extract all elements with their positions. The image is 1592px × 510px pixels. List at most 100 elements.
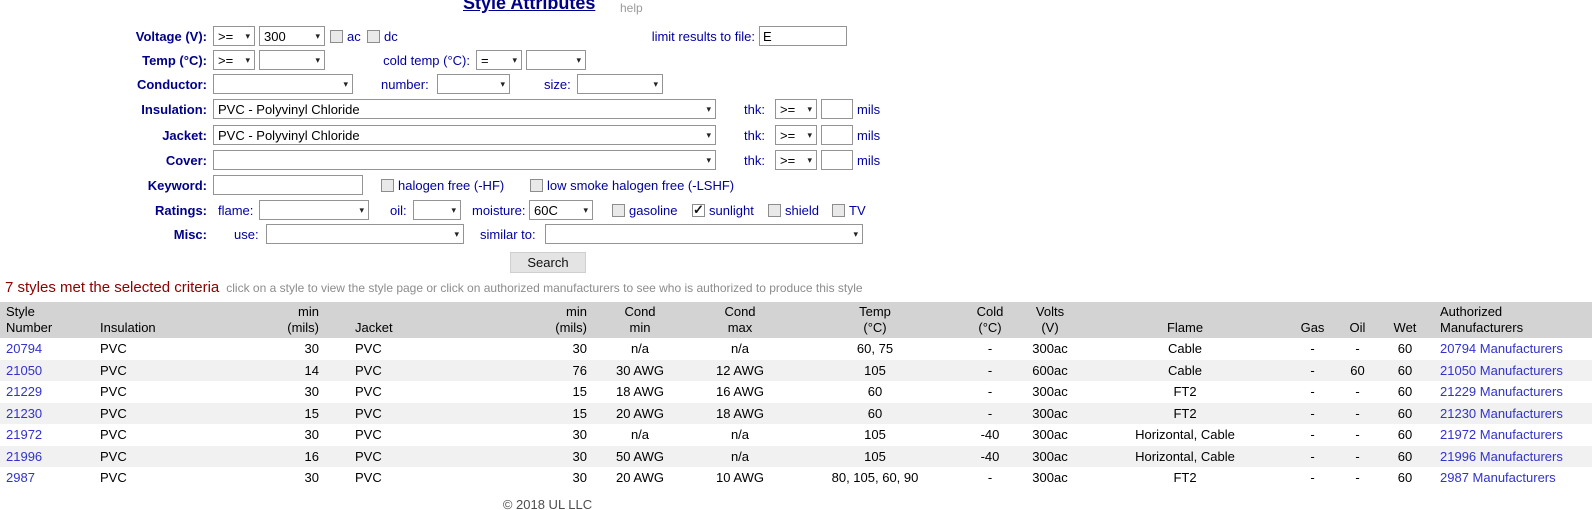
cover-mils-label: mils [857, 153, 880, 168]
cell-wet: 60 [1380, 403, 1430, 425]
cell-ins-min: 30 [252, 338, 322, 360]
cell-jacket: PVC [322, 381, 512, 403]
column-header-temp: Temp(°C) [790, 302, 960, 338]
column-header-wet: Wet [1380, 302, 1430, 338]
tv-checkbox[interactable] [832, 204, 845, 217]
cell-oil: - [1335, 467, 1380, 489]
help-link[interactable]: help [620, 1, 643, 15]
cell-jacket: PVC [322, 446, 512, 468]
flame-select[interactable]: ▾ [259, 200, 369, 220]
column-header-cold: Cold(°C) [960, 302, 1020, 338]
chevron-down-icon: ▾ [807, 130, 812, 141]
voltage-operator-select[interactable]: >=▾ [213, 26, 255, 46]
cell-insulation: PVC [95, 467, 252, 489]
page-title[interactable]: Style Attributes [463, 0, 595, 14]
voltage-label: Voltage (V): [0, 29, 207, 44]
cover-select[interactable]: ▾ [213, 150, 716, 170]
conductor-number-select[interactable]: ▾ [437, 74, 510, 94]
style-number-link[interactable]: 21050 [6, 363, 42, 378]
insulation-select[interactable]: PVC - Polyvinyl Chloride▾ [213, 99, 716, 119]
manufacturers-link[interactable]: 21229 Manufacturers [1440, 384, 1563, 399]
jacket-select[interactable]: PVC - Polyvinyl Chloride▾ [213, 125, 716, 145]
shield-label: shield [785, 203, 819, 218]
cell-cond-max: 18 AWG [690, 403, 790, 425]
cell-oil: - [1335, 338, 1380, 360]
cell-cond-max: 10 AWG [690, 467, 790, 489]
style-number-link[interactable]: 21996 [6, 449, 42, 464]
ac-checkbox[interactable] [330, 30, 343, 43]
manufacturers-link[interactable]: 20794 Manufacturers [1440, 341, 1563, 356]
copyright-text: © 2018 UL LLC [0, 497, 1095, 510]
cell-oil: 60 [1335, 360, 1380, 382]
temp-value-select[interactable]: ▾ [259, 50, 325, 70]
halogen-free-checkbox[interactable] [381, 179, 394, 192]
cell-wet: 60 [1380, 446, 1430, 468]
chevron-down-icon: ▾ [653, 79, 658, 90]
shield-checkbox[interactable] [768, 204, 781, 217]
manufacturers-link[interactable]: 2987 Manufacturers [1440, 470, 1556, 485]
results-summary: 7 styles met the selected criteria [5, 279, 219, 296]
dc-checkbox[interactable] [367, 30, 380, 43]
cell-cond-min: 20 AWG [590, 467, 690, 489]
cell-gas: - [1290, 467, 1335, 489]
cell-insulation: PVC [95, 403, 252, 425]
cell-flame: Cable [1080, 338, 1290, 360]
manufacturers-link[interactable]: 21996 Manufacturers [1440, 449, 1563, 464]
column-header-volts: Volts(V) [1020, 302, 1080, 338]
ratings-label: Ratings: [0, 203, 207, 218]
sunlight-checkbox[interactable] [692, 204, 705, 217]
column-header-jacket: Jacket [322, 302, 512, 338]
style-number-link[interactable]: 21230 [6, 406, 42, 421]
low-smoke-halogen-free-checkbox[interactable] [530, 179, 543, 192]
manufacturers-link[interactable]: 21230 Manufacturers [1440, 406, 1563, 421]
manufacturers-link[interactable]: 21972 Manufacturers [1440, 427, 1563, 442]
column-header-oil: Oil [1335, 302, 1380, 338]
search-button[interactable]: Search [510, 252, 586, 273]
chevron-down-icon: ▾ [245, 31, 250, 42]
temp-operator-select[interactable]: >=▾ [213, 50, 255, 70]
cold-temp-value-select[interactable]: ▾ [526, 50, 586, 70]
conductor-label: Conductor: [0, 77, 207, 92]
style-number-link[interactable]: 2987 [6, 470, 35, 485]
cell-flame: Cable [1080, 360, 1290, 382]
insulation-mils-label: mils [857, 102, 880, 117]
keyword-label: Keyword: [0, 178, 207, 193]
column-header-authorized-manufacturers: AuthorizedManufacturers [1430, 302, 1592, 338]
results-hint: click on a style to view the style page … [226, 281, 862, 295]
limit-results-input[interactable] [759, 26, 847, 46]
halogen-free-label: halogen free (-HF) [398, 178, 504, 193]
chevron-down-icon: ▾ [807, 155, 812, 166]
similar-to-select[interactable]: ▾ [545, 224, 863, 244]
cell-jkt-min: 30 [512, 338, 590, 360]
keyword-input[interactable] [213, 175, 363, 195]
jacket-thk-input[interactable] [821, 125, 853, 145]
cover-thk-operator-select[interactable]: >=▾ [775, 150, 817, 170]
cell-temp: 105 [790, 424, 960, 446]
oil-select[interactable]: ▾ [413, 200, 461, 220]
conductor-select[interactable]: ▾ [213, 74, 353, 94]
gasoline-checkbox[interactable] [612, 204, 625, 217]
manufacturers-link[interactable]: 21050 Manufacturers [1440, 363, 1563, 378]
style-number-link[interactable]: 20794 [6, 341, 42, 356]
moisture-select[interactable]: 60C▾ [529, 200, 593, 220]
cold-temp-operator-select[interactable]: =▾ [476, 50, 522, 70]
cell-insulation: PVC [95, 446, 252, 468]
cell-cold: - [960, 467, 1020, 489]
cell-jkt-min: 15 [512, 403, 590, 425]
cover-thk-input[interactable] [821, 150, 853, 170]
voltage-value-select[interactable]: 300▾ [259, 26, 325, 46]
insulation-thk-input[interactable] [821, 99, 853, 119]
cell-volts: 300ac [1020, 446, 1080, 468]
chevron-down-icon: ▾ [315, 31, 320, 42]
conductor-size-select[interactable]: ▾ [577, 74, 663, 94]
cell-wet: 60 [1380, 467, 1430, 489]
jacket-value: PVC - Polyvinyl Chloride [218, 128, 360, 143]
cell-flame: FT2 [1080, 381, 1290, 403]
insulation-thk-label: thk: [744, 102, 765, 117]
jacket-thk-operator-select[interactable]: >=▾ [775, 125, 817, 145]
use-select[interactable]: ▾ [266, 224, 464, 244]
insulation-thk-operator-select[interactable]: >=▾ [775, 99, 817, 119]
style-number-link[interactable]: 21972 [6, 427, 42, 442]
cell-insulation: PVC [95, 360, 252, 382]
style-number-link[interactable]: 21229 [6, 384, 42, 399]
